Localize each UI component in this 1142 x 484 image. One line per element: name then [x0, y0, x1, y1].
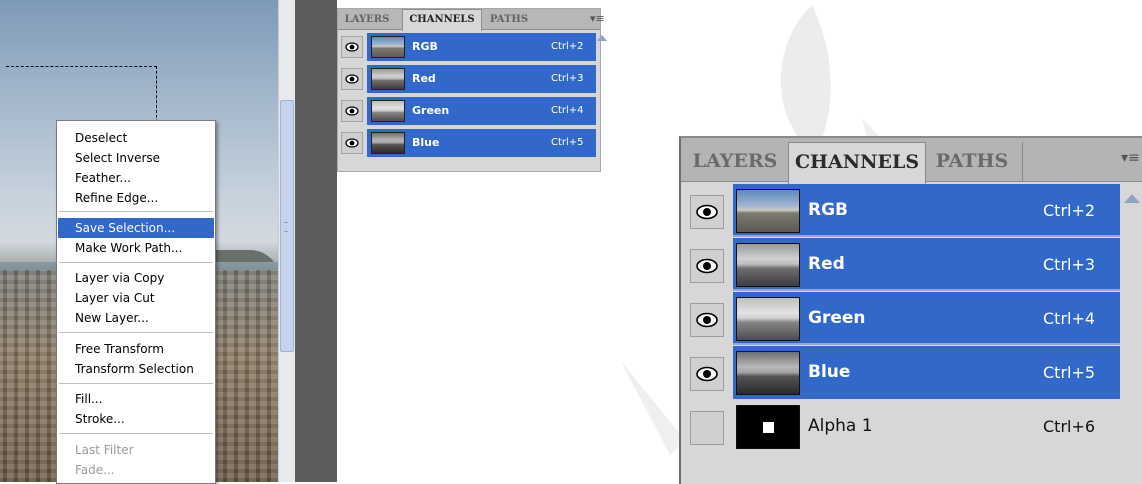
channel-row-blue[interactable]: Blue Ctrl+5 [338, 128, 600, 158]
channel-thumbnail [371, 36, 405, 58]
channel-shortcut: Ctrl+4 [551, 105, 584, 116]
menu-item-layer-via-cut[interactable]: Layer via Cut [58, 288, 214, 308]
channel-thumbnail [371, 68, 405, 90]
channel-thumbnail [736, 243, 800, 287]
menu-separator [59, 383, 213, 384]
channel-thumbnail [371, 132, 405, 154]
tab-divider [1022, 142, 1023, 181]
menu-item-deselect[interactable]: Deselect [58, 128, 214, 148]
channel-row-red[interactable]: Red Ctrl+3 [681, 238, 1142, 291]
channel-name: RGB [808, 200, 849, 220]
channels-panel-small: LAYERS CHANNELS PATHS ▾≡ RGB Ctrl+2 Red … [337, 8, 607, 172]
channel-thumbnail [736, 351, 800, 395]
scrollbar-grip-icon [284, 222, 288, 232]
menu-item-free-transform[interactable]: Free Transform [58, 339, 214, 359]
channel-name: Red [412, 72, 436, 85]
visibility-toggle-empty[interactable] [690, 411, 724, 445]
channel-shortcut: Ctrl+6 [1043, 417, 1096, 436]
mask-square-icon [763, 422, 774, 433]
eye-icon[interactable] [690, 249, 724, 283]
channel-shortcut: Ctrl+4 [1043, 309, 1096, 328]
channel-thumbnail [736, 297, 800, 341]
channel-row-rgb[interactable]: RGB Ctrl+2 [338, 32, 600, 62]
menu-item-save-selection[interactable]: Save Selection... [58, 218, 214, 238]
tab-channels[interactable]: CHANNELS [788, 142, 926, 184]
menu-item-new-layer[interactable]: New Layer... [58, 308, 214, 328]
menu-item-make-work-path[interactable]: Make Work Path... [58, 238, 214, 258]
channels-panel-large: LAYERS CHANNELS PATHS ▾≡ RGB Ctrl+2 Red … [679, 136, 1142, 484]
channel-shortcut: Ctrl+3 [1043, 255, 1096, 274]
menu-item-select-inverse[interactable]: Select Inverse [58, 148, 214, 168]
channel-name: Green [412, 104, 450, 117]
eye-icon[interactable] [341, 132, 363, 154]
panel-menu-icon[interactable]: ▾≡ [1121, 150, 1140, 166]
context-menu: Deselect Select Inverse Feather... Refin… [56, 120, 216, 484]
channel-name: RGB [412, 40, 438, 53]
eye-icon[interactable] [341, 36, 363, 58]
menu-item-stroke[interactable]: Stroke... [58, 409, 214, 429]
row-divider [733, 235, 1120, 237]
row-divider [733, 289, 1120, 291]
menu-item-last-filter: Last Filter [75, 443, 134, 457]
channel-name: Blue [412, 136, 440, 149]
scroll-up-arrow-icon[interactable] [1124, 194, 1140, 203]
eye-icon[interactable] [690, 195, 724, 229]
menu-separator [59, 262, 213, 263]
channel-thumbnail [736, 189, 800, 233]
channel-row-alpha-1[interactable]: Alpha 1 Ctrl+6 [681, 400, 1142, 453]
menu-item-fade: Fade... [75, 463, 115, 477]
tab-layers[interactable]: LAYERS [685, 142, 785, 181]
eye-icon[interactable] [341, 68, 363, 90]
channel-row-blue[interactable]: Blue Ctrl+5 [681, 346, 1142, 399]
eye-icon[interactable] [690, 357, 724, 391]
workspace-background [295, 0, 337, 482]
tab-channels[interactable]: CHANNELS [402, 9, 482, 31]
channel-name: Red [808, 254, 845, 274]
channel-shortcut: Ctrl+5 [1043, 363, 1096, 382]
eye-icon[interactable] [690, 303, 724, 337]
channel-thumbnail [371, 100, 405, 122]
eye-icon[interactable] [341, 100, 363, 122]
channel-row-red[interactable]: Red Ctrl+3 [338, 64, 600, 94]
channel-row-green[interactable]: Green Ctrl+4 [681, 292, 1142, 345]
channel-row-rgb[interactable]: RGB Ctrl+2 [681, 184, 1142, 237]
channel-shortcut: Ctrl+5 [551, 137, 584, 148]
row-divider [733, 343, 1120, 345]
tab-paths[interactable]: PATHS [926, 142, 1018, 181]
menu-separator [59, 433, 213, 434]
menu-separator [59, 332, 213, 333]
menu-item-transform-selection[interactable]: Transform Selection [58, 359, 214, 379]
channel-shortcut: Ctrl+2 [1043, 201, 1096, 220]
tab-layers[interactable]: LAYERS [341, 10, 393, 29]
channel-shortcut: Ctrl+2 [551, 41, 584, 52]
menu-item-layer-via-copy[interactable]: Layer via Copy [58, 268, 214, 288]
menu-item-refine-edge[interactable]: Refine Edge... [58, 188, 214, 208]
channel-name: Green [808, 308, 866, 328]
channel-name: Blue [808, 362, 851, 382]
channel-name: Alpha 1 [808, 416, 873, 436]
menu-item-fill[interactable]: Fill... [58, 389, 214, 409]
menu-item-feather[interactable]: Feather... [58, 168, 214, 188]
channel-thumbnail [736, 405, 800, 449]
channel-row-green[interactable]: Green Ctrl+4 [338, 96, 600, 126]
menu-separator [59, 211, 213, 212]
channel-shortcut: Ctrl+3 [551, 73, 584, 84]
tab-paths[interactable]: PATHS [481, 10, 537, 29]
